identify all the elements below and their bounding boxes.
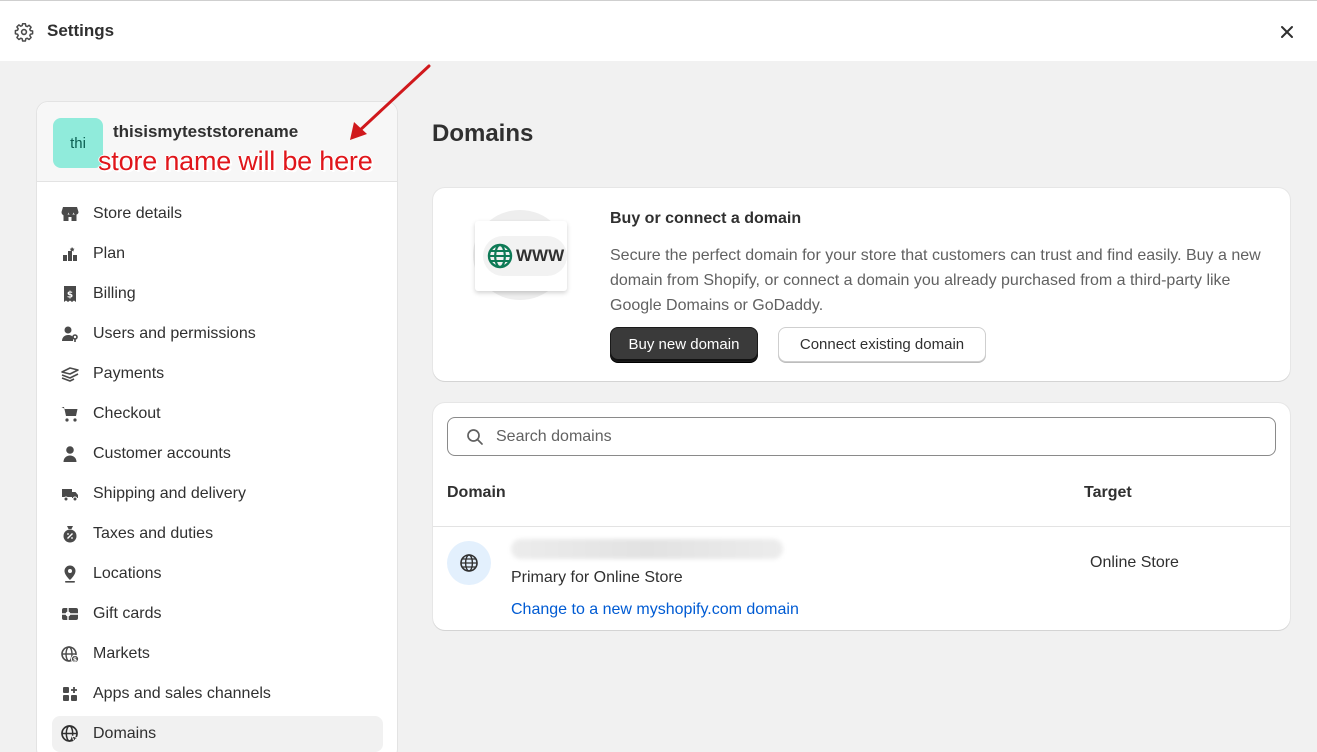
sidebar-item-label: Taxes and duties <box>93 525 214 542</box>
search-input[interactable] <box>496 426 1256 448</box>
buy-new-domain-button[interactable]: Buy new domain <box>610 327 758 362</box>
users-icon <box>62 326 78 342</box>
annotation-arrow <box>350 64 431 140</box>
sidebar-item-checkout[interactable]: Checkout <box>52 394 383 434</box>
sidebar-item-label: Locations <box>93 565 162 582</box>
location-icon <box>64 565 76 583</box>
gift-card-icon <box>62 608 78 620</box>
change-myshopify-domain-link[interactable]: Change to a new myshopify.com domain <box>511 601 799 619</box>
buy-card-title: Buy or connect a domain <box>610 210 802 227</box>
sidebar-item-label: Apps and sales channels <box>93 685 271 702</box>
settings-nav: Store details Plan $ Billing Users and p… <box>52 194 383 752</box>
svg-text:$: $ <box>67 291 73 301</box>
domain-globe-badge <box>447 541 491 585</box>
redacted-domain-name <box>511 539 783 559</box>
sidebar-item-label: Customer accounts <box>93 445 231 462</box>
plan-icon <box>63 247 77 261</box>
store-icon <box>61 207 79 221</box>
www-label: WWW <box>516 246 565 265</box>
sidebar-item-label: Domains <box>93 725 157 742</box>
settings-header: Settings <box>0 0 1317 61</box>
www-illustration: WWW <box>483 236 567 276</box>
sidebar-item-label: Users and permissions <box>93 325 256 342</box>
close-icon[interactable] <box>1278 23 1296 41</box>
buy-domain-card: WWW Buy or connect a domain Secure the p… <box>433 188 1290 381</box>
domains-list-card: Domain Target Primary for Online Store C… <box>433 403 1290 630</box>
column-header-target[interactable]: Target <box>1084 484 1132 502</box>
sidebar-item-users-and-permissions[interactable]: Users and permissions <box>52 314 383 354</box>
sidebar-item-domains[interactable]: Domains <box>52 716 383 752</box>
column-header-domain[interactable]: Domain <box>447 484 506 502</box>
sidebar-item-customer-accounts[interactable]: Customer accounts <box>52 434 383 474</box>
sidebar-item-gift-cards[interactable]: Gift cards <box>52 594 383 634</box>
search-field[interactable] <box>447 417 1276 456</box>
sidebar-item-label: Gift cards <box>93 605 162 622</box>
sidebar-item-store-details[interactable]: Store details <box>52 194 383 234</box>
domain-subtitle: Primary for Online Store <box>511 569 683 586</box>
billing-icon: $ <box>64 286 76 302</box>
avatar[interactable]: thi <box>53 118 103 168</box>
search-icon <box>467 429 483 445</box>
taxes-icon <box>63 526 77 543</box>
markets-icon: $ <box>61 646 80 663</box>
sidebar-item-payments[interactable]: Payments <box>52 354 383 394</box>
page-title: Domains <box>432 120 534 147</box>
divider <box>433 526 1290 527</box>
sidebar-item-taxes-and-duties[interactable]: Taxes and duties <box>52 514 383 554</box>
sidebar-item-label: Shipping and delivery <box>93 485 246 502</box>
gear-icon <box>14 23 34 42</box>
sidebar-item-label: Plan <box>93 245 126 262</box>
sidebar-item-label: Payments <box>93 365 165 382</box>
payments-icon <box>61 367 79 382</box>
truck-icon <box>62 489 78 502</box>
globe-icon <box>487 243 513 269</box>
svg-text:$: $ <box>73 656 77 663</box>
person-icon <box>63 446 77 462</box>
connect-existing-domain-button[interactable]: Connect existing domain <box>778 327 986 362</box>
sidebar-item-apps-and-sales-channels[interactable]: Apps and sales channels <box>52 674 383 714</box>
globe-icon <box>460 554 478 572</box>
sidebar-item-label: Billing <box>93 285 136 302</box>
sidebar-item-label: Store details <box>93 205 182 222</box>
apps-icon <box>63 687 77 701</box>
sidebar-item-locations[interactable]: Locations <box>52 554 383 594</box>
store-name: thisismyteststorename <box>113 122 299 141</box>
cart-icon <box>61 407 78 422</box>
sidebar-item-shipping-and-delivery[interactable]: Shipping and delivery <box>52 474 383 514</box>
window-title: Settings <box>47 21 115 40</box>
sidebar-item-label: Checkout <box>93 405 161 422</box>
domains-icon <box>61 725 80 743</box>
sidebar-item-label: Markets <box>93 645 150 662</box>
sidebar-item-billing[interactable]: $ Billing <box>52 274 383 314</box>
domain-target: Online Store <box>1090 554 1179 571</box>
settings-sidebar: thi thisismyteststorename Store details … <box>36 101 398 752</box>
sidebar-item-markets[interactable]: $ Markets <box>52 634 383 674</box>
buy-card-description: Secure the perfect domain for your store… <box>610 247 1261 314</box>
annotation-text: store name will be here <box>98 146 373 176</box>
sidebar-item-plan[interactable]: Plan <box>52 234 383 274</box>
